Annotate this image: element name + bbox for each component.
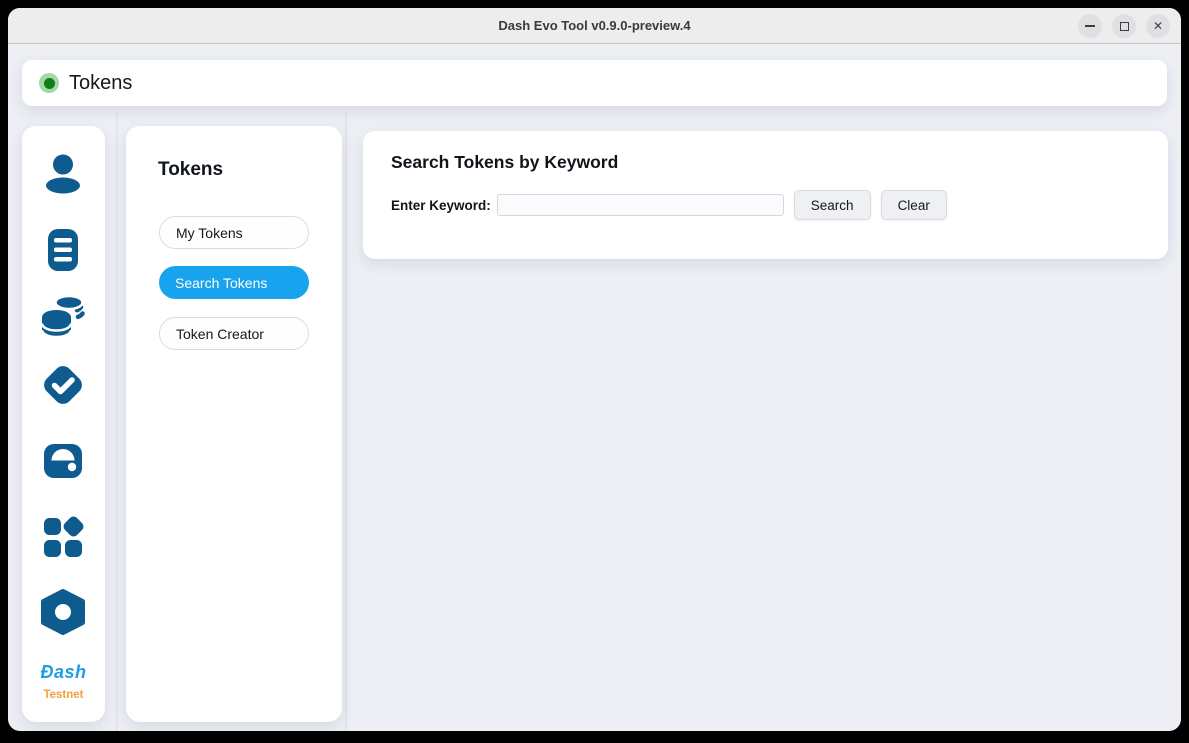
section-title: Search Tokens by Keyword (391, 152, 618, 173)
person-icon (39, 151, 87, 199)
check-badge-icon (39, 361, 87, 409)
panel-item-token-creator[interactable]: Token Creator (159, 317, 309, 350)
apps-grid-icon (39, 514, 87, 562)
sidebar-separator (116, 112, 118, 731)
keyword-label: Enter Keyword: (391, 198, 491, 213)
sidebar-item-tokens[interactable] (39, 293, 87, 341)
close-button[interactable]: ✕ (1146, 14, 1170, 38)
panel-item-search-tokens[interactable]: Search Tokens (159, 266, 309, 299)
sidebar-item-platform[interactable] (39, 589, 87, 637)
hex-nut-icon (39, 589, 87, 637)
sidebar-item-wallet[interactable] (39, 437, 87, 485)
search-button[interactable]: Search (794, 190, 871, 220)
maximize-icon (1120, 22, 1129, 31)
dash-logo: Ðash (22, 662, 105, 683)
network-badge: Testnet (22, 689, 105, 701)
connection-status-icon (39, 73, 59, 93)
panel-separator (345, 112, 347, 731)
document-icon (39, 226, 87, 274)
window-title: Dash Evo Tool v0.9.0-preview.4 (498, 18, 690, 33)
tokens-panel: Tokens My Tokens Search Tokens Token Cre… (126, 126, 342, 722)
wallet-icon (39, 437, 87, 485)
minimize-icon (1085, 25, 1095, 27)
header-bar: Tokens (22, 60, 1167, 106)
minimize-button[interactable] (1078, 14, 1102, 38)
clear-button[interactable]: Clear (881, 190, 947, 220)
titlebar: Dash Evo Tool v0.9.0-preview.4 ✕ (8, 8, 1181, 44)
keyword-input[interactable] (497, 194, 784, 216)
keyword-form-row: Enter Keyword: Search Clear (391, 186, 957, 224)
panel-item-my-tokens[interactable]: My Tokens (159, 216, 309, 249)
coins-icon (39, 293, 87, 341)
sidebar-item-apps[interactable] (39, 514, 87, 562)
sidebar-item-contracts[interactable] (39, 226, 87, 274)
panel-title: Tokens (158, 159, 223, 181)
maximize-button[interactable] (1112, 14, 1136, 38)
sidebar-item-proofs[interactable] (39, 361, 87, 409)
search-tokens-card: Search Tokens by Keyword Enter Keyword: … (363, 131, 1168, 259)
page-title: Tokens (69, 72, 132, 95)
icon-sidebar: Ðash Testnet (22, 126, 105, 722)
close-icon: ✕ (1153, 19, 1163, 33)
app-window: Dash Evo Tool v0.9.0-preview.4 ✕ Tokens (8, 8, 1181, 731)
sidebar-item-identities[interactable] (39, 151, 87, 199)
window-controls: ✕ (1078, 14, 1170, 38)
